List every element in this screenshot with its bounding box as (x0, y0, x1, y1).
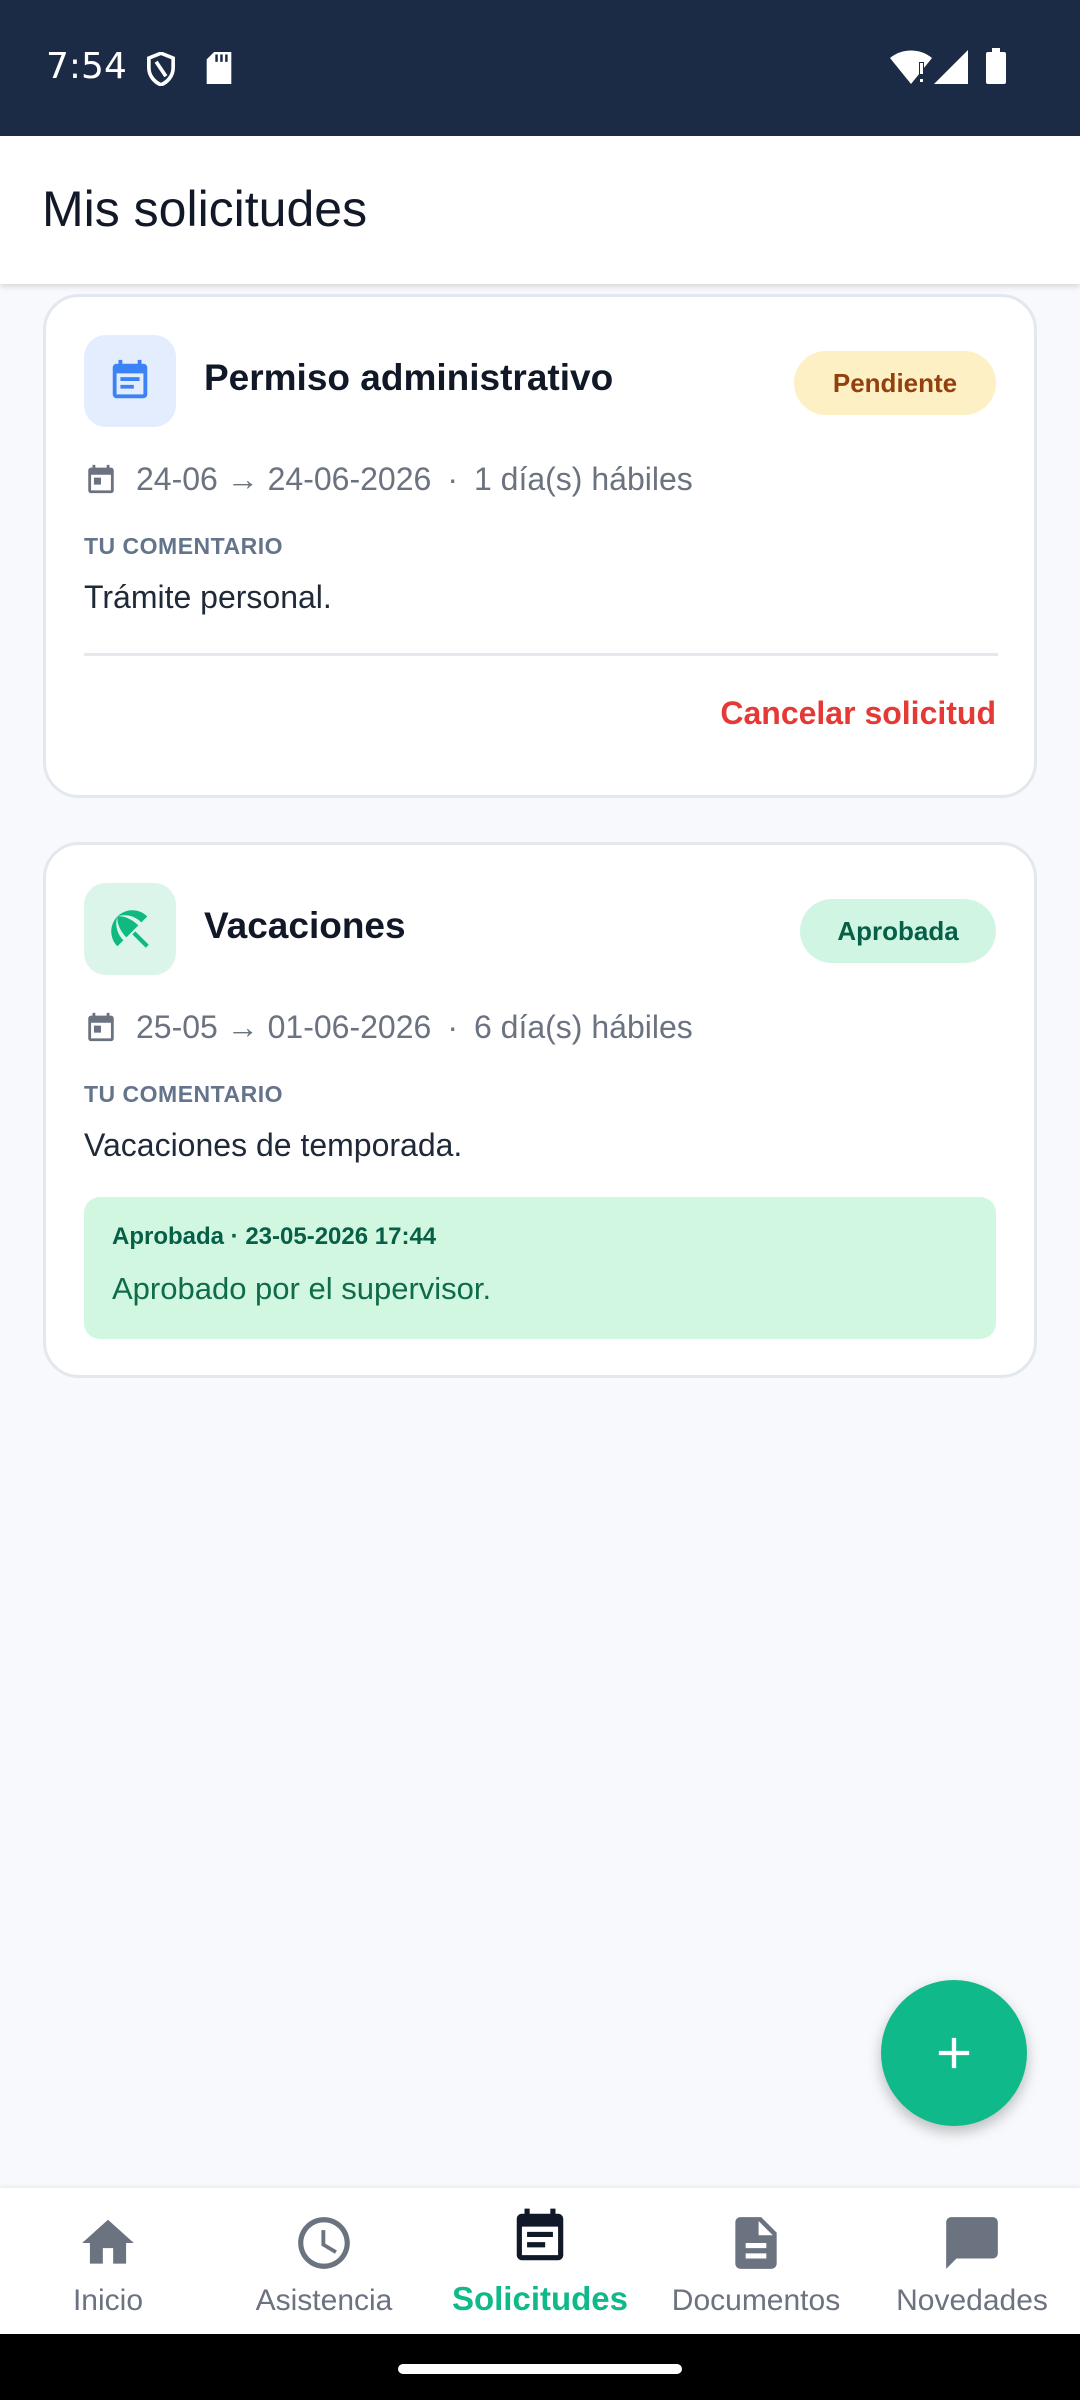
resolution-text: Aprobado por el supervisor. (112, 1271, 492, 1306)
resolution-box: Aprobada · 23-05-2026 17:44 Aprobado por… (84, 1197, 996, 1339)
beach-umbrella-icon (111, 910, 149, 948)
nav-item-asistencia[interactable]: Asistencia (216, 2188, 432, 2334)
status-badge: Pendiente (794, 351, 996, 415)
event-note-icon (112, 359, 148, 399)
comment-label: TU COMENTARIO (84, 533, 284, 559)
divider (84, 653, 998, 656)
nav-item-inicio[interactable]: Inicio (0, 2188, 216, 2334)
date-range: 24-06 → 24-06-2026 (136, 460, 432, 497)
request-type-title: Vacaciones (204, 905, 406, 946)
nav-item-documentos[interactable]: Documentos (648, 2188, 864, 2334)
comment-text: Vacaciones de temporada. (84, 1127, 463, 1163)
request-type-icon (84, 335, 176, 427)
bottom-nav: Inicio Asistencia Solicitudes Documentos… (0, 2188, 1080, 2334)
wifi-alert-icon (890, 50, 932, 89)
sd-card-icon (206, 52, 232, 89)
separator: · (447, 1008, 458, 1045)
status-time: 7:54 (46, 46, 127, 87)
comment-text: Trámite personal. (84, 579, 332, 615)
date-range-row: 24-06 → 24-06-2026 · 1 día(s) hábiles (84, 459, 693, 499)
cancel-request-button[interactable]: Cancelar solicitud (720, 695, 996, 732)
nav-label: Solicitudes (451, 2280, 629, 2317)
date-range-row: 25-05 → 01-06-2026 · 6 día(s) hábiles (84, 1007, 693, 1047)
separator: · (447, 460, 458, 497)
calendar-icon (88, 464, 114, 494)
gesture-bar (0, 2334, 1080, 2400)
clock-icon (298, 2217, 350, 2269)
page-title: Mis solicitudes (42, 181, 368, 237)
plus-icon (938, 2037, 970, 2069)
date-range: 25-05 → 01-06-2026 (136, 1008, 432, 1045)
nav-label: Inicio (72, 2284, 144, 2317)
business-days: 6 día(s) hábiles (473, 1008, 693, 1045)
event-note-icon (516, 2208, 564, 2261)
shield-icon (146, 51, 176, 91)
nav-item-novedades[interactable]: Novedades (864, 2188, 1080, 2334)
request-card: Vacaciones Aprobada 25-05 → 01-06-2026 ·… (43, 842, 1037, 1378)
nav-label: Documentos (671, 2284, 841, 2317)
business-days: 1 día(s) hábiles (473, 460, 693, 497)
request-type-title: Permiso administrativo (204, 357, 614, 398)
comment-label: TU COMENTARIO (84, 1081, 284, 1107)
request-card: Permiso administrativo Pendiente 24-06 →… (43, 294, 1037, 798)
calendar-icon (88, 1012, 114, 1042)
home-icon (82, 2219, 134, 2264)
signal-icon (934, 50, 968, 89)
resolution-meta: Aprobada · 23-05-2026 17:44 (112, 1223, 437, 1250)
app-header: Mis solicitudes (0, 136, 1080, 284)
document-icon (735, 2217, 777, 2269)
new-request-button[interactable] (881, 1980, 1027, 2126)
nav-item-solicitudes[interactable]: Solicitudes (432, 2188, 648, 2334)
status-bar: 7:54 (0, 0, 1080, 136)
nav-label: Asistencia (255, 2284, 393, 2317)
home-gesture-handle[interactable] (398, 2364, 682, 2374)
request-type-icon (84, 883, 176, 975)
nav-label: Novedades (896, 2284, 1048, 2317)
battery-icon (986, 48, 1006, 89)
chat-icon (946, 2217, 998, 2269)
status-badge: Aprobada (800, 899, 996, 963)
